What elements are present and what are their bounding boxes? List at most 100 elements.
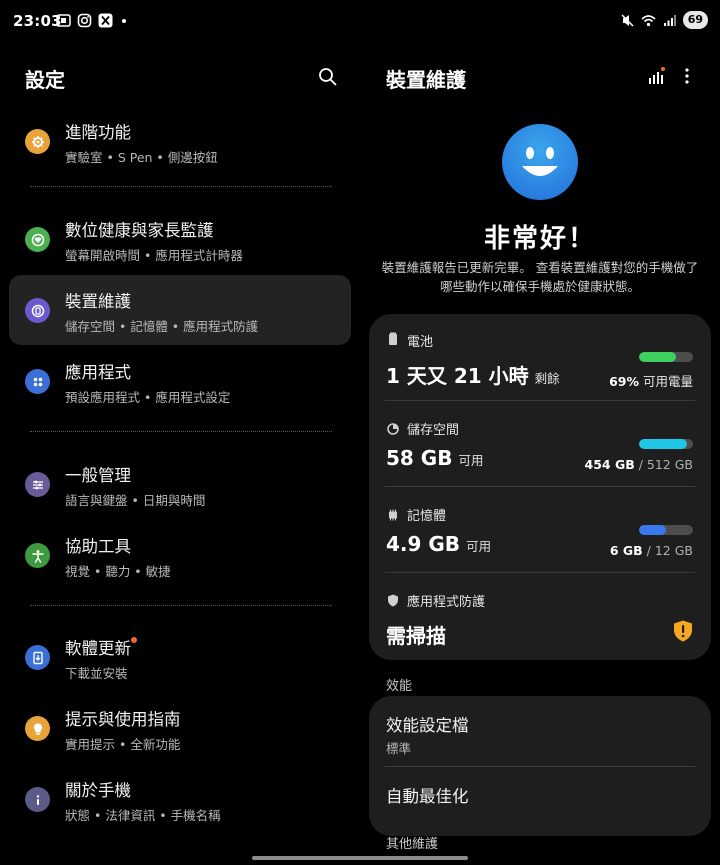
diagnostics-icon[interactable]	[647, 66, 667, 86]
performance-profile-row[interactable]: 效能設定檔 標準	[369, 696, 711, 766]
cell-signal-icon	[662, 13, 677, 28]
settings-title: 設定	[25, 68, 65, 92]
status-time: 23:03	[13, 12, 62, 30]
screen-record-icon	[56, 13, 71, 28]
device-care-icon	[25, 298, 50, 323]
storage-available: 58 GB	[386, 446, 453, 470]
smiley-face-icon	[502, 124, 578, 200]
apps-grid-icon	[25, 369, 50, 394]
storage-value: 58 GB 可用	[386, 446, 483, 470]
performance-profile-value: 標準	[386, 741, 412, 756]
settings-item-title: 一般管理	[65, 466, 131, 485]
memory-chip-icon	[387, 506, 399, 521]
x-app-icon	[98, 13, 113, 28]
settings-item-title: 數位健康與家長監護	[65, 221, 214, 240]
warning-shield-icon[interactable]	[673, 620, 693, 642]
settings-item-subtitle: 螢幕開啟時間 • 應用程式計時器	[65, 248, 243, 263]
settings-item-subtitle: 實用提示 • 全新功能	[65, 737, 181, 752]
instagram-icon	[77, 13, 92, 28]
auto-optimize-row[interactable]: 自動最佳化	[369, 766, 711, 836]
accessibility-icon	[25, 543, 50, 568]
settings-item-tips[interactable]: 提示與使用指南 實用提示 • 全新功能	[9, 693, 351, 763]
battery-percent: 69% 可用電量	[609, 371, 693, 390]
settings-item-title: 軟體更新	[65, 639, 131, 658]
settings-item-device-care[interactable]: 裝置維護 儲存空間 • 記憶體 • 應用程式防護	[9, 275, 351, 345]
settings-item-title: 裝置維護	[65, 292, 131, 311]
wifi-icon	[641, 13, 656, 28]
home-indicator[interactable]	[252, 856, 468, 860]
memory-unit: 可用	[466, 539, 492, 554]
memory-total: / 12 GB	[646, 543, 693, 558]
status-headline: 非常好！	[483, 224, 596, 254]
status-card: 電池 1 天又 21 小時 剩餘 69% 可用電量 儲存空間 58 GB 可用 45…	[369, 314, 711, 660]
memory-label: 記憶體	[407, 509, 447, 524]
performance-profile-title: 效能設定檔	[386, 716, 469, 735]
memory-used: 6 GB	[609, 543, 643, 558]
software-update-icon	[25, 645, 50, 670]
battery-row[interactable]: 電池 1 天又 21 小時 剩餘 69% 可用電量	[369, 314, 711, 400]
settings-item-subtitle: 預設應用程式 • 應用程式設定	[65, 390, 231, 405]
settings-item-title: 關於手機	[65, 781, 131, 800]
storage-label: 儲存空間	[407, 423, 460, 438]
shield-icon	[387, 592, 399, 607]
settings-item-digital-wellbeing[interactable]: 數位健康與家長監護 螢幕開啟時間 • 應用程式計時器	[9, 204, 351, 274]
settings-item-subtitle: 實驗室 • S Pen • 側邊按鈕	[65, 150, 218, 165]
more-notifications-dot	[122, 18, 126, 23]
settings-item-title: 提示與使用指南	[65, 710, 181, 729]
battery-percent-label: 可用電量	[642, 374, 693, 389]
storage-icon	[387, 420, 399, 435]
section-divider	[30, 605, 332, 606]
battery-time: 1 天又 21 小時	[386, 364, 529, 388]
settings-item-advanced-features[interactable]: 進階功能 實驗室 • S Pen • 側邊按鈕	[9, 106, 351, 176]
battery-bar-fill	[639, 352, 677, 362]
memory-available: 4.9 GB	[386, 532, 461, 556]
settings-item-title: 協助工具	[65, 537, 131, 556]
storage-total: / 512 GB	[638, 457, 693, 472]
section-divider	[30, 431, 332, 432]
update-badge	[131, 637, 137, 643]
app-protection-label: 應用程式防護	[407, 595, 486, 610]
memory-value: 4.9 GB 可用	[386, 532, 491, 556]
section-divider	[30, 186, 332, 187]
settings-item-about-phone[interactable]: 關於手機 狀態 • 法律資訊 • 手機名稱	[9, 764, 351, 834]
more-options-icon[interactable]	[682, 66, 692, 86]
storage-used: 454 GB	[584, 457, 635, 472]
mute-icon	[620, 13, 635, 28]
memory-row[interactable]: 記憶體 4.9 GB 可用 6 GB / 12 GB	[369, 486, 711, 572]
status-description: 裝置維護報告已更新完畢。 查看裝置維護對您的手機做了哪些動作以確保手機處於健康狀…	[381, 260, 699, 294]
performance-card: 效能設定檔 標準 自動最佳化	[369, 696, 711, 836]
battery-percent-value: 69%	[609, 374, 639, 389]
settings-item-subtitle: 儲存空間 • 記憶體 • 應用程式防護	[65, 319, 259, 334]
notification-icons	[56, 13, 126, 28]
storage-usage: 454 GB / 512 GB	[585, 457, 694, 472]
settings-item-subtitle: 視覺 • 聽力 • 敏捷	[65, 564, 171, 579]
settings-item-software-update[interactable]: 軟體更新 下載並安裝	[9, 622, 351, 692]
search-icon[interactable]	[317, 66, 339, 88]
device-care-panel: 裝置維護 非常好！ 裝置維護報告已更新完畢。 查看裝置維護對您的手機做了哪些動作…	[360, 44, 720, 865]
battery-unit: 剩餘	[534, 371, 560, 386]
lightbulb-icon	[25, 716, 50, 741]
battery-bar	[639, 352, 693, 362]
settings-item-subtitle: 語言與鍵盤 • 日期與時間	[65, 493, 206, 508]
settings-item-general-management[interactable]: 一般管理 語言與鍵盤 • 日期與時間	[9, 449, 351, 519]
settings-item-subtitle: 下載並安裝	[65, 666, 128, 681]
auto-optimize-title: 自動最佳化	[386, 787, 469, 806]
storage-bar-fill	[639, 439, 688, 449]
system-icons: 69	[620, 11, 708, 29]
heart-circle-icon	[25, 227, 50, 252]
battery-label: 電池	[407, 335, 434, 350]
other-maintenance-label: 其他維護	[386, 837, 439, 852]
settings-item-apps[interactable]: 應用程式 預設應用程式 • 應用程式設定	[9, 346, 351, 416]
storage-row[interactable]: 儲存空間 58 GB 可用 454 GB / 512 GB	[369, 400, 711, 486]
memory-bar	[639, 525, 693, 535]
memory-usage: 6 GB / 12 GB	[610, 543, 693, 558]
info-icon	[25, 787, 50, 812]
app-protection-status: 需掃描	[386, 624, 446, 648]
status-bar: 23:03 69	[0, 0, 720, 44]
app-protection-row[interactable]: 應用程式防護 需掃描	[369, 572, 711, 660]
battery-icon	[387, 331, 399, 345]
settings-item-accessibility[interactable]: 協助工具 視覺 • 聽力 • 敏捷	[9, 520, 351, 590]
battery-value: 1 天又 21 小時 剩餘	[386, 360, 560, 389]
settings-item-title: 進階功能	[65, 123, 131, 142]
settings-item-title: 應用程式	[65, 363, 131, 382]
